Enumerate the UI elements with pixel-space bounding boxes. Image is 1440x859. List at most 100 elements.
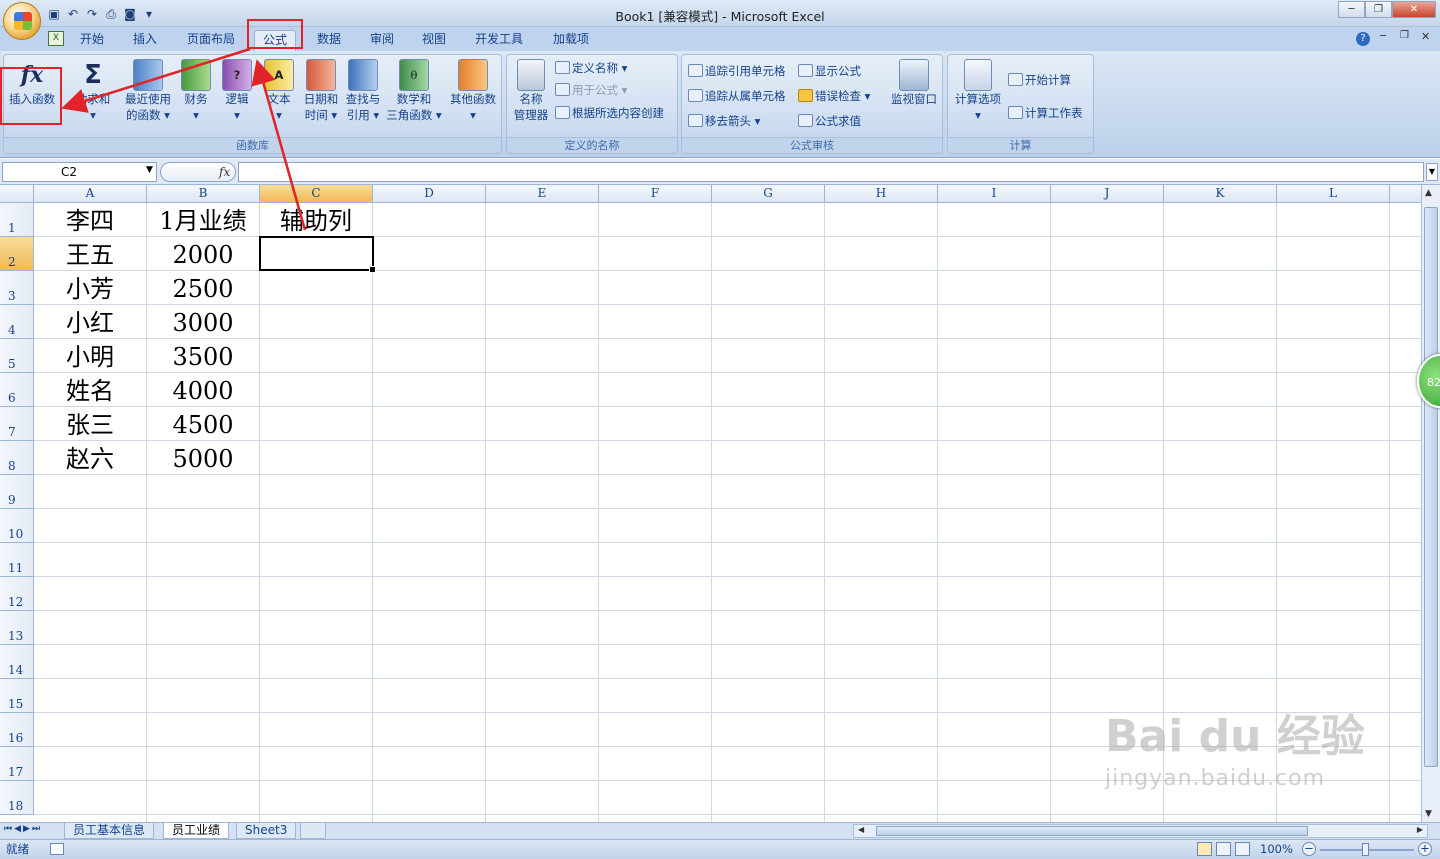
col-header-d[interactable]: D [373,185,486,203]
tab-data[interactable]: 数据 [309,30,349,51]
cell-a5[interactable]: 小明 [34,339,146,373]
ribbon-restore-icon[interactable]: ❐ [1400,30,1409,41]
tab-developer[interactable]: 开发工具 [467,30,531,51]
tab-addins[interactable]: 加载项 [545,30,597,51]
row-header-13[interactable]: 13 [0,611,34,645]
horizontal-scrollbar[interactable]: ◀ ▶ [853,824,1428,838]
cell-b6[interactable]: 4000 [147,373,259,407]
scroll-up-icon[interactable]: ▲ [1425,188,1432,198]
formula-input[interactable] [238,162,1424,182]
name-box-dropdown-icon[interactable]: ▼ [146,165,153,175]
sheet-tab-sheet3[interactable]: Sheet3 [236,823,297,839]
zoom-level[interactable]: 100% [1260,840,1293,859]
trace-dependents-button[interactable]: 追踪从属单元格 [688,87,786,105]
calc-sheet-button[interactable]: 计算工作表 [1008,104,1083,122]
sheet-tab-employee-performance[interactable]: 员工业绩 [163,823,230,839]
page-break-view-icon[interactable] [1235,842,1250,856]
scroll-right-icon[interactable]: ▶ [1417,825,1423,834]
watch-window-button[interactable]: 监视窗口 [886,57,942,107]
row-header-15[interactable]: 15 [0,679,34,713]
logical-button[interactable]: ? 逻辑 ▾ [217,57,257,123]
recent-functions-button[interactable]: 最近使用 的函数 ▾ [122,57,174,123]
calc-options-button[interactable]: 计算选项 ▾ [950,57,1006,123]
use-in-formula-button[interactable]: 用于公式 ▾ [555,81,627,99]
ribbon-minimize-icon[interactable]: ─ [1380,31,1386,42]
row-header-8[interactable]: 8 [0,441,34,475]
col-header-j[interactable]: J [1051,185,1164,203]
minimize-button[interactable]: ─ [1338,1,1365,18]
name-manager-button[interactable]: 名称 管理器 [509,57,553,123]
cell-b3[interactable]: 2500 [147,271,259,305]
office-button[interactable] [3,2,41,40]
help-icon[interactable]: ? [1356,32,1370,46]
col-header-l[interactable]: L [1277,185,1390,203]
close-button[interactable]: ✕ [1392,1,1436,18]
col-header-g[interactable]: G [712,185,825,203]
col-header-h[interactable]: H [825,185,938,203]
scroll-left-icon[interactable]: ◀ [858,825,864,834]
cell-b7[interactable]: 4500 [147,407,259,441]
define-name-button[interactable]: 定义名称 ▾ [555,59,627,77]
col-header-a[interactable]: A [34,185,147,203]
col-header-k[interactable]: K [1164,185,1277,203]
col-header-m[interactable] [1390,185,1421,203]
evaluate-formula-button[interactable]: 公式求值 [798,112,861,130]
cell-b1[interactable]: 1月业绩 [147,203,259,237]
cell-b5[interactable]: 3500 [147,339,259,373]
macro-record-icon[interactable] [50,843,64,855]
lookup-reference-button[interactable]: 查找与 引用 ▾ [343,57,383,123]
col-header-e[interactable]: E [486,185,599,203]
col-header-c[interactable]: C [260,185,373,203]
text-button[interactable]: A 文本 ▾ [259,57,299,123]
more-functions-button[interactable]: 其他函数 ▾ [445,57,501,123]
col-header-f[interactable]: F [599,185,712,203]
col-header-i[interactable]: I [938,185,1051,203]
cell-a4[interactable]: 小红 [34,305,146,339]
error-checking-button[interactable]: 错误检查 ▾ [798,87,870,105]
zoom-slider-thumb[interactable] [1362,843,1369,856]
row-header-3[interactable]: 3 [0,271,34,305]
name-box[interactable]: C2 [2,162,157,182]
cell-b8[interactable]: 5000 [147,441,259,475]
col-header-b[interactable]: B [147,185,260,203]
financial-button[interactable]: 财务 ▾ [176,57,216,123]
cell-c1[interactable]: 辅助列 [260,203,372,237]
vertical-scroll-thumb[interactable] [1424,207,1438,767]
tab-home[interactable]: 开始 [72,30,112,51]
sheet-nav-icon[interactable]: ⏮◀▶⏭ [4,824,42,834]
row-header-6[interactable]: 6 [0,373,34,407]
row-header-14[interactable]: 14 [0,645,34,679]
calc-now-button[interactable]: 开始计算 [1008,71,1071,89]
active-cell-c2[interactable] [259,236,376,273]
cell-a8[interactable]: 赵六 [34,441,146,475]
horizontal-scroll-thumb[interactable] [876,826,1308,836]
autosum-button[interactable]: Σ 动求和 ▾ [64,57,122,123]
cell-b2[interactable]: 2000 [147,237,259,271]
row-header-11[interactable]: 11 [0,543,34,577]
zoom-out-icon[interactable]: − [1302,842,1316,856]
zoom-in-icon[interactable]: + [1418,842,1432,856]
row-header-9[interactable]: 9 [0,475,34,509]
cell-a3[interactable]: 小芳 [34,271,146,305]
ribbon-close-icon[interactable]: ✕ [1421,30,1430,43]
scroll-down-icon[interactable]: ▼ [1425,809,1432,819]
page-layout-view-icon[interactable] [1216,842,1231,856]
expand-formula-bar-icon[interactable]: ▼ [1426,163,1438,181]
cell-a1[interactable]: 李四 [34,203,146,237]
restore-button[interactable]: ❐ [1365,1,1392,18]
show-formulas-button[interactable]: 显示公式 [798,62,861,80]
row-header-12[interactable]: 12 [0,577,34,611]
insert-function-fx-button[interactable]: fx [160,162,236,182]
insert-sheet-icon[interactable] [300,823,326,839]
row-header-2[interactable]: 2 [0,237,34,271]
cell-a7[interactable]: 张三 [34,407,146,441]
tab-view[interactable]: 视图 [414,30,454,51]
cell-a2[interactable]: 王五 [34,237,146,271]
tab-page-layout[interactable]: 页面布局 [179,30,243,51]
vertical-scrollbar[interactable]: ▲ ▼ [1421,185,1440,822]
row-header-16[interactable]: 16 [0,713,34,747]
row-header-18[interactable]: 18 [0,781,34,815]
sheet-tab-employee-info[interactable]: 员工基本信息 [64,823,155,839]
trace-precedents-button[interactable]: 追踪引用单元格 [688,62,786,80]
cell-a6[interactable]: 姓名 [34,373,146,407]
